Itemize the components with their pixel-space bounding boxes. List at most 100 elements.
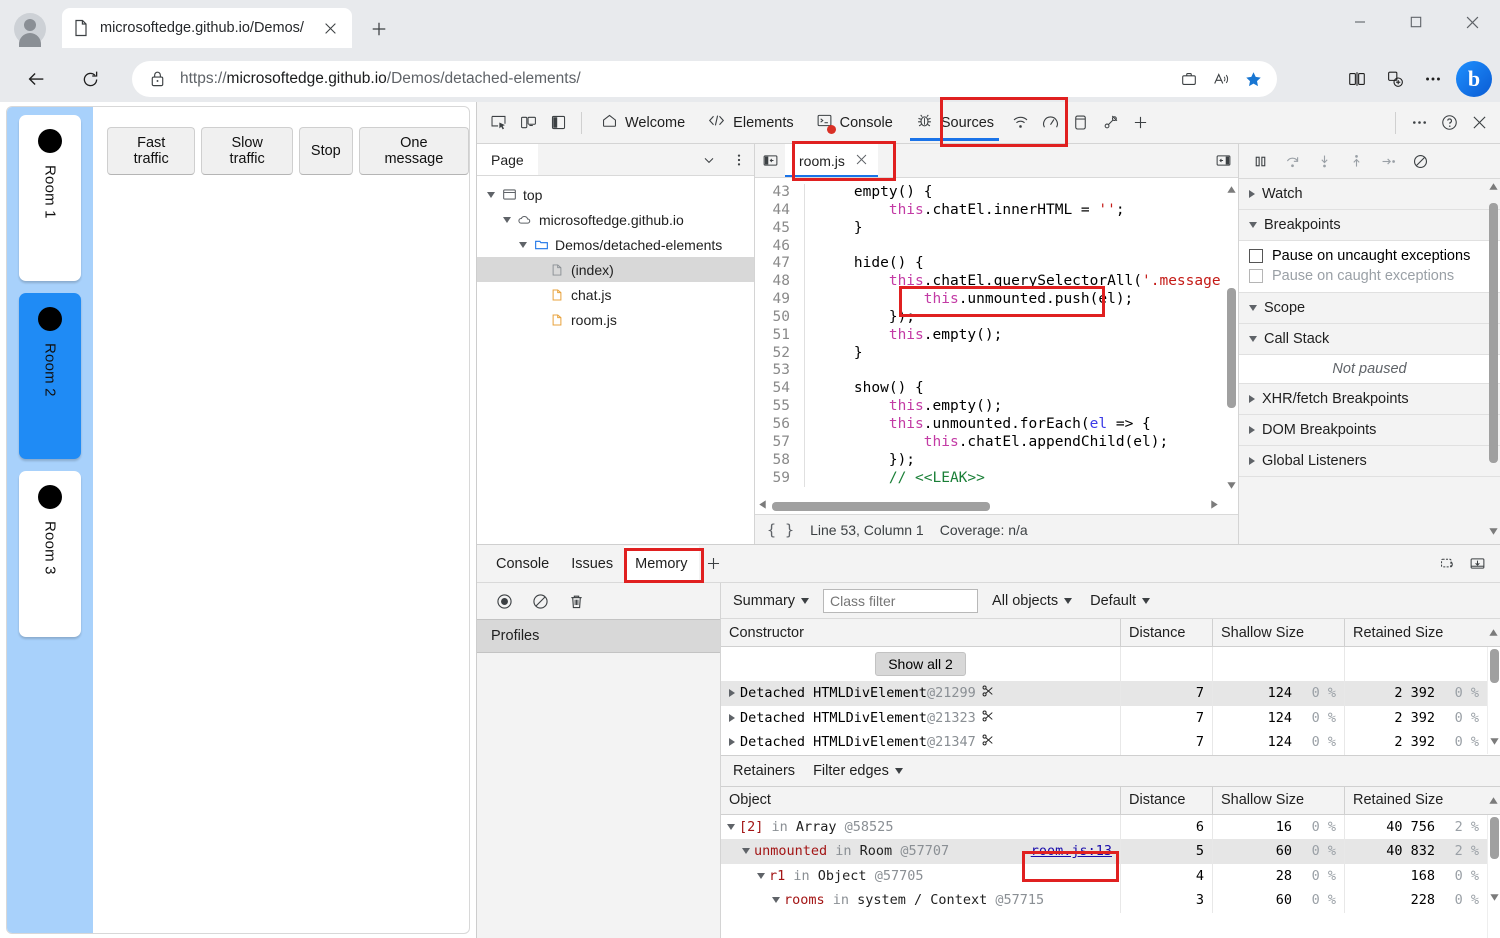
code-vertical-scrollbar[interactable] [1224, 178, 1238, 514]
column-distance[interactable]: Distance [1121, 619, 1213, 646]
disclosure-triangle-icon[interactable] [499, 216, 515, 223]
more-tools-icon[interactable] [1404, 108, 1434, 138]
tree-item--index-[interactable]: (index) [477, 257, 754, 282]
drawer-tab-console[interactable]: Console [485, 546, 560, 582]
disclosure-triangle-icon[interactable] [729, 738, 735, 747]
read-aloud-icon[interactable] [1205, 64, 1237, 94]
step-out-icon[interactable] [1341, 147, 1371, 175]
close-icon[interactable] [318, 16, 342, 40]
debugger-scrollbar[interactable] [1487, 179, 1499, 544]
step-into-icon[interactable] [1309, 147, 1339, 175]
scroll-thumb[interactable] [1489, 203, 1498, 463]
back-arrow-icon[interactable] [16, 59, 56, 99]
line-number[interactable]: 57 [755, 433, 805, 452]
constructor-row[interactable]: Detached HTMLDivElement @21299 7 124 0 % 2 3… [721, 681, 1487, 706]
address-bar[interactable]: https://microsoftedge.github.io/Demos/de… [132, 61, 1277, 97]
delete-icon[interactable] [561, 586, 591, 616]
one-message-button[interactable]: One message [358, 127, 469, 175]
scroll-thumb[interactable] [1227, 288, 1236, 408]
collections-icon[interactable] [1376, 61, 1414, 97]
show-navigator-icon[interactable] [755, 146, 785, 176]
debugger-section-global-listeners[interactable]: Global Listeners [1239, 446, 1500, 477]
line-number[interactable]: 44 [755, 201, 805, 220]
help-icon[interactable] [1434, 108, 1464, 138]
scroll-right-icon[interactable] [1209, 497, 1220, 514]
performance-icon[interactable] [1035, 108, 1065, 138]
more-options-icon[interactable] [1414, 61, 1452, 97]
scroll-thumb[interactable] [772, 501, 990, 511]
reload-icon[interactable] [70, 59, 110, 99]
slow-traffic-button[interactable]: Slow traffic [201, 127, 293, 175]
step-over-icon[interactable] [1277, 147, 1307, 175]
scroll-down-icon[interactable] [1224, 478, 1238, 492]
filter-edges-select[interactable]: Filter edges [809, 763, 907, 779]
constructor-row[interactable]: Detached HTMLDivElement @21323 7 124 0 % 2 3… [721, 705, 1487, 730]
retainer-row[interactable]: unmounted in Room @57707 room.js:13 5 60 0 %… [721, 839, 1487, 864]
scroll-down-icon[interactable] [1489, 734, 1500, 752]
column-retained-size[interactable]: Retained Size [1345, 619, 1486, 646]
stop-button[interactable]: Stop [298, 127, 353, 175]
retainer-row[interactable]: r1 in Object @57705 4 28 0 % 168 0 % [721, 863, 1487, 888]
profile-avatar[interactable] [14, 13, 46, 47]
show-debugger-icon[interactable] [1208, 146, 1238, 176]
drawer-tab-memory[interactable]: Memory [624, 545, 699, 582]
minimize-icon[interactable] [1332, 0, 1388, 44]
split-screen-icon[interactable] [1338, 61, 1376, 97]
line-number[interactable]: 51 [755, 326, 805, 345]
line-number[interactable]: 47 [755, 255, 805, 274]
favorite-star-icon[interactable] [1237, 64, 1269, 94]
objects-select[interactable]: All objects [988, 593, 1076, 609]
debugger-section-scope[interactable]: Scope [1239, 293, 1500, 324]
line-number[interactable]: 50 [755, 308, 805, 327]
more-vertical-icon[interactable] [724, 145, 754, 175]
line-number[interactable]: 52 [755, 344, 805, 363]
maximize-icon[interactable] [1388, 0, 1444, 44]
record-icon[interactable] [489, 586, 519, 616]
step-icon[interactable] [1373, 147, 1403, 175]
dock-side-icon[interactable] [543, 108, 573, 138]
browser-tab[interactable]: microsoftedge.github.io/Demos/ [62, 8, 352, 48]
device-toolbar-icon[interactable] [513, 108, 543, 138]
tab-welcome[interactable]: Welcome [590, 103, 696, 143]
line-number[interactable]: 46 [755, 237, 805, 256]
plus-icon[interactable] [364, 14, 394, 44]
line-number[interactable]: 55 [755, 398, 805, 416]
tab-sources[interactable]: Sources [904, 103, 1005, 143]
scroll-left-icon[interactable] [757, 497, 768, 514]
disclosure-triangle-icon[interactable] [727, 823, 735, 830]
column-shallow-size[interactable]: Shallow Size [1213, 619, 1345, 646]
tree-item-room-js[interactable]: room.js [477, 307, 754, 332]
restore-drawer-icon[interactable] [1432, 549, 1462, 579]
dock-drawer-icon[interactable] [1462, 549, 1492, 579]
tree-item-demos-detached-elements[interactable]: Demos/detached-elements [477, 232, 754, 257]
inspect-element-icon[interactable] [483, 108, 513, 138]
sort-ascending-icon[interactable] [1486, 787, 1500, 814]
pause-resume-icon[interactable] [1245, 147, 1275, 175]
base-select[interactable]: Default [1086, 593, 1154, 609]
scroll-up-icon[interactable] [1224, 182, 1238, 196]
code-horizontal-scrollbar[interactable] [755, 498, 1224, 514]
line-number[interactable]: 48 [755, 273, 805, 292]
room-card-1[interactable]: Room 1 [19, 115, 81, 281]
application-icon[interactable] [1065, 108, 1095, 138]
debugger-section-xhr-fetch-breakpoints[interactable]: XHR/fetch Breakpoints [1239, 384, 1500, 415]
tree-item-microsoftedge-github-io[interactable]: microsoftedge.github.io [477, 207, 754, 232]
line-number[interactable]: 43 [755, 184, 805, 202]
column-shallow-size[interactable]: Shallow Size [1213, 786, 1345, 814]
line-number[interactable]: 45 [755, 219, 805, 238]
retainers-scrollbar[interactable] [1487, 814, 1500, 938]
retainer-row[interactable]: rooms in system / Context @57715 3 60 0 % 22… [721, 888, 1487, 913]
network-icon[interactable] [1005, 108, 1035, 138]
dom-leak-icon[interactable] [1095, 108, 1125, 138]
drawer-tab-issues[interactable]: Issues [560, 546, 624, 582]
plus-icon[interactable] [699, 549, 729, 579]
disclosure-triangle-icon[interactable] [729, 713, 735, 722]
line-number[interactable]: 54 [755, 380, 805, 399]
column-object[interactable]: Object [721, 786, 1121, 814]
column-retained-size[interactable]: Retained Size [1345, 787, 1486, 814]
close-icon[interactable] [1444, 0, 1500, 44]
fast-traffic-button[interactable]: Fast traffic [107, 127, 196, 175]
briefcase-icon[interactable] [1173, 64, 1205, 94]
checkbox-pause-on-uncaught-exceptions[interactable]: Pause on uncaught exceptions [1239, 246, 1500, 266]
room-card-2[interactable]: Room 2 [19, 293, 81, 459]
